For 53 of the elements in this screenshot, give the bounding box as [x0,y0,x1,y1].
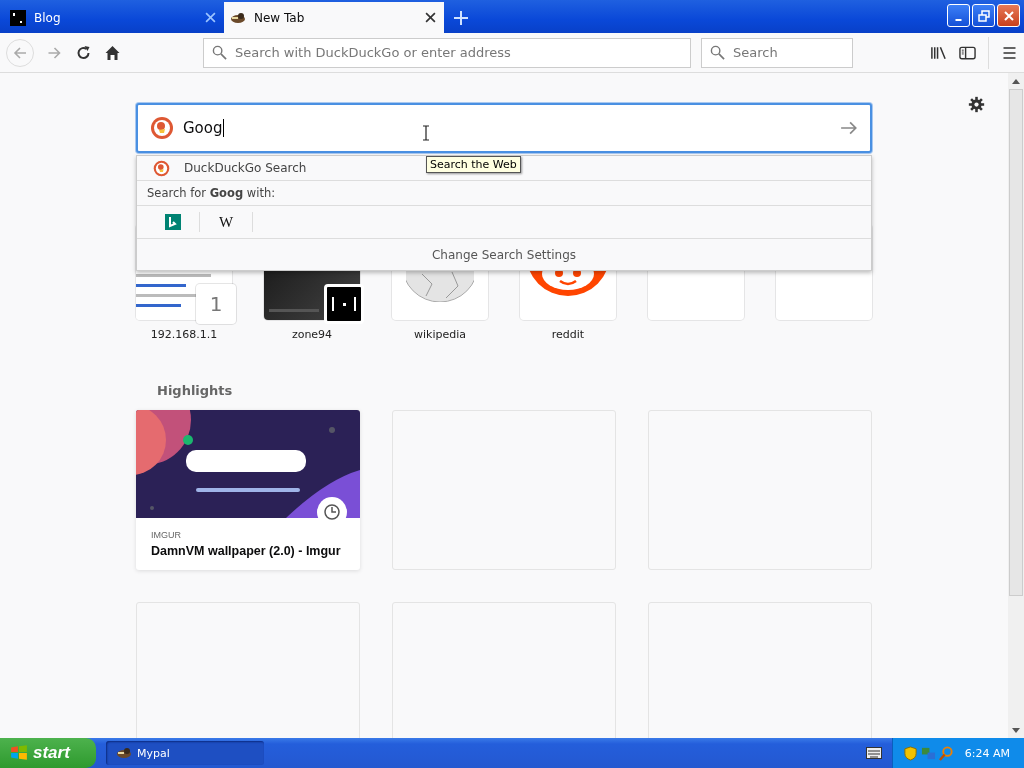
tile-label: zone94 [291,328,333,341]
minimize-button[interactable] [947,4,970,27]
duck-icon [150,116,174,140]
new-tab-icon[interactable] [454,11,468,25]
restore-icon [977,9,990,22]
clock-time: 6:24 AM [964,746,1010,760]
search-for-label: Search for Goog with: [147,186,276,200]
search-field[interactable]: Search [701,37,853,68]
scrollbar[interactable] [1008,73,1024,738]
close-button[interactable] [997,4,1020,27]
tile-label: wikipedia [414,328,466,341]
tile-number: 1 [196,284,236,324]
tooltip: Search the Web [426,156,521,173]
engine-button[interactable]: W [218,213,234,231]
taskbar-button[interactable]: Mypal [106,741,264,765]
sidebar-icon[interactable] [959,44,976,61]
search-field[interactable]: Goog [136,103,872,153]
card-title: DamnVM wallpaper (2.0) - Imgur [151,543,342,559]
globe-icon [406,270,474,302]
search-icon [212,44,227,60]
restore-button[interactable] [972,4,995,27]
section-heading: Highlights [157,383,234,398]
browser-tab[interactable]: New Tab [224,2,444,33]
go-arrow-icon[interactable] [840,119,858,137]
back-icon [12,44,28,61]
close-icon[interactable] [425,12,436,23]
reload-icon[interactable] [75,44,92,61]
scroll-up-icon[interactable] [1012,78,1020,84]
duck-icon [153,159,170,177]
close-icon [1002,9,1015,22]
b-icon[interactable] [165,214,181,230]
menu-icon[interactable] [1001,44,1018,61]
settings-icon[interactable] [968,96,985,113]
tile-label: 192.168.1.1 [150,328,218,341]
text-cursor-icon [422,125,430,141]
windows-flag-icon [10,744,28,762]
browser-tab[interactable]: Blog [4,2,224,33]
favicon [10,9,26,26]
settings-button[interactable]: Change Search Settings [137,238,871,270]
library-icon[interactable] [930,44,947,61]
scroll-down-icon[interactable] [1012,727,1020,733]
keyboard-icon[interactable] [865,747,882,759]
pong-icon [324,284,364,324]
card-source: IMGUR [151,530,182,540]
dropdown-item[interactable]: DuckDuckGo Search [153,159,307,177]
tile-label: reddit [551,328,585,341]
shield-icon[interactable] [902,745,918,761]
address-field[interactable]: Search with DuckDuckGo or enter address [203,37,691,68]
app-icon [116,745,132,761]
search-icon [710,44,725,60]
minimize-icon [955,19,962,21]
highlight-card[interactable]: IMGUR DamnVM wallpaper (2.0) - Imgur [136,410,360,570]
home-icon[interactable] [104,44,121,61]
